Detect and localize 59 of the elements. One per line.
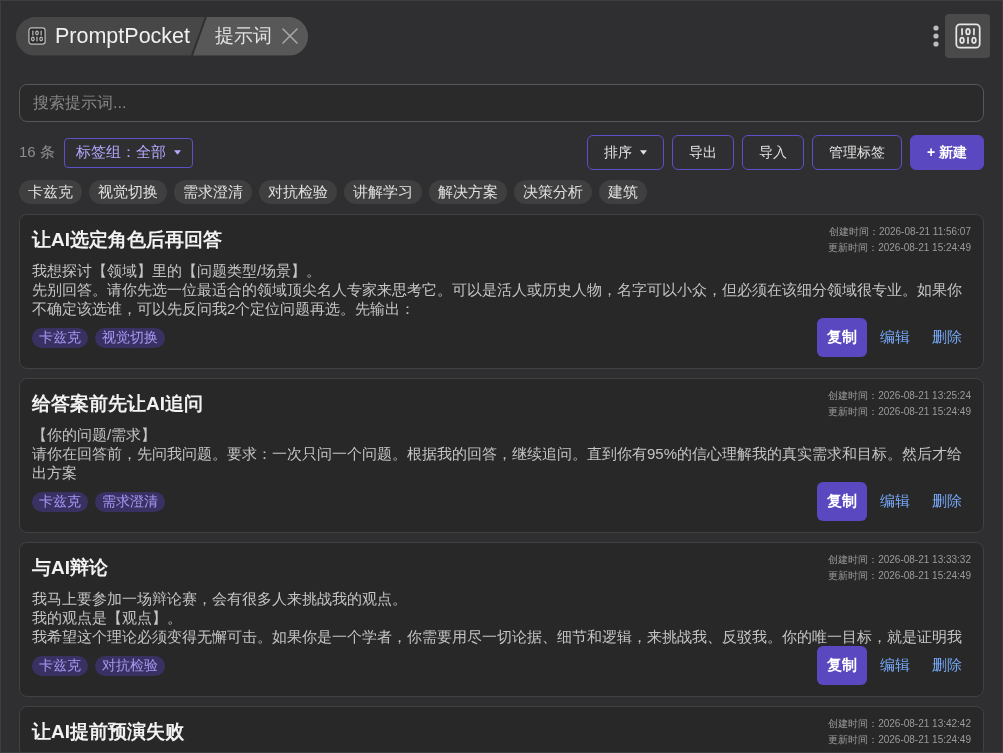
tag-filter-chip[interactable]: 建筑	[599, 180, 647, 204]
edit-link[interactable]: 编辑	[871, 323, 919, 352]
export-button[interactable]: 导出	[671, 135, 734, 170]
card-tag: 对抗检验	[95, 655, 165, 676]
prompt-text: 先别回答。请你先选一位最适合的领域顶尖名人专家来思考它。可以是活人或历史人物，名字可以小众，但必须在该细分领域很专业。如果你不确定该选谁，可以先反问我2个定位问题再选。先输出：	[32, 280, 963, 318]
prompt-title: 让AI选定角色后再回答	[32, 228, 222, 252]
tag-filter-chip[interactable]: 讲解学习	[344, 180, 422, 204]
tag-filter-chip[interactable]: 需求澄清	[174, 180, 252, 204]
prompt-text: 我希望这个理论必须变得无懈可击。如果你是一个学者，你需要用尽一切论据、细节和逻辑，来挑战我、反驳我。你的唯一目标，就是证明我	[32, 627, 963, 646]
card-tag: 视觉切换	[95, 327, 165, 348]
prompt-title: 与AI辩论	[32, 556, 108, 580]
item-count: 16 条	[19, 143, 55, 162]
card-tag: 卡兹克	[32, 327, 88, 348]
delete-link[interactable]: 删除	[923, 323, 971, 352]
tag-filter-chip[interactable]: 卡兹克	[19, 180, 82, 204]
copy-button[interactable]: 复制	[817, 482, 867, 521]
created-time: 创建时间：2026-08-21 13:25:24	[828, 389, 971, 403]
copy-button[interactable]: 复制	[817, 318, 867, 357]
kebab-menu-icon[interactable]	[933, 25, 939, 47]
binary-digits-icon	[954, 23, 981, 49]
prompt-text: 【你的问题/需求】	[32, 425, 158, 444]
new-button[interactable]: + 新建	[909, 135, 984, 170]
updated-time: 更新时间：2026-08-21 15:24:49	[828, 241, 971, 255]
prompt-text: 我的观点是【观点】。	[32, 608, 183, 627]
card-tag: 卡兹克	[32, 491, 88, 512]
copy-button[interactable]: 复制	[817, 646, 867, 685]
delete-link[interactable]: 删除	[923, 651, 971, 680]
updated-time: 更新时间：2026-08-21 15:24:49	[828, 569, 971, 583]
close-icon[interactable]	[282, 28, 299, 44]
prompt-text: 我马上要参加一场辩论赛，会有很多人来挑战我的观点。	[32, 589, 408, 608]
created-time: 创建时间：2026-08-21 13:42:42	[828, 717, 971, 731]
created-time: 创建时间：2026-08-21 11:56:07	[828, 225, 971, 239]
caret-icon	[173, 150, 181, 155]
card-tag: 需求澄清	[95, 491, 165, 512]
tag-group-dropdown[interactable]: 标签组：全部	[63, 137, 193, 168]
tag-filter-chip[interactable]: 解决方案	[429, 180, 507, 204]
edit-link[interactable]: 编辑	[871, 487, 919, 516]
icon-button[interactable]	[945, 14, 990, 58]
prompt-title: 给答案前先让AI追问	[32, 392, 203, 416]
sort-button[interactable]: 排序	[586, 135, 664, 170]
updated-time: 更新时间：2026-08-21 15:24:49	[828, 405, 971, 419]
caret-icon	[639, 150, 647, 155]
app-title-tab[interactable]: PromptPocket	[16, 16, 206, 56]
prompt-title: 让AI提前预演失败	[32, 720, 184, 744]
updated-time: 更新时间：2026-08-21 15:24:49	[828, 733, 971, 747]
tag-filter-chip[interactable]: 对抗检验	[259, 180, 337, 204]
prompt-text: 请你在回答前，先问我问题。要求：一次只问一个问题。根据我的回答，继续追问。直到你有95%的信心理解我的真实需求和目标。然后才给出方案	[32, 444, 964, 482]
edit-link[interactable]: 编辑	[871, 651, 919, 680]
delete-link[interactable]: 删除	[923, 487, 971, 516]
import-button[interactable]: 导入	[741, 135, 804, 170]
tag-filter-chip[interactable]: 视觉切换	[89, 180, 167, 204]
search-field[interactable]: 搜索提示词...	[19, 84, 984, 122]
manage-tags-button[interactable]: 管理标签	[811, 135, 902, 170]
page-tab[interactable]: 提示词	[193, 16, 309, 56]
prompt-text: 我想探讨【领域】里的【问题类型/场景】。	[32, 261, 323, 280]
card-tag: 卡兹克	[32, 655, 88, 676]
tag-filter-chip[interactable]: 决策分析	[514, 180, 592, 204]
binary-digits-icon	[28, 27, 46, 45]
created-time: 创建时间：2026-08-21 13:33:32	[828, 553, 971, 567]
